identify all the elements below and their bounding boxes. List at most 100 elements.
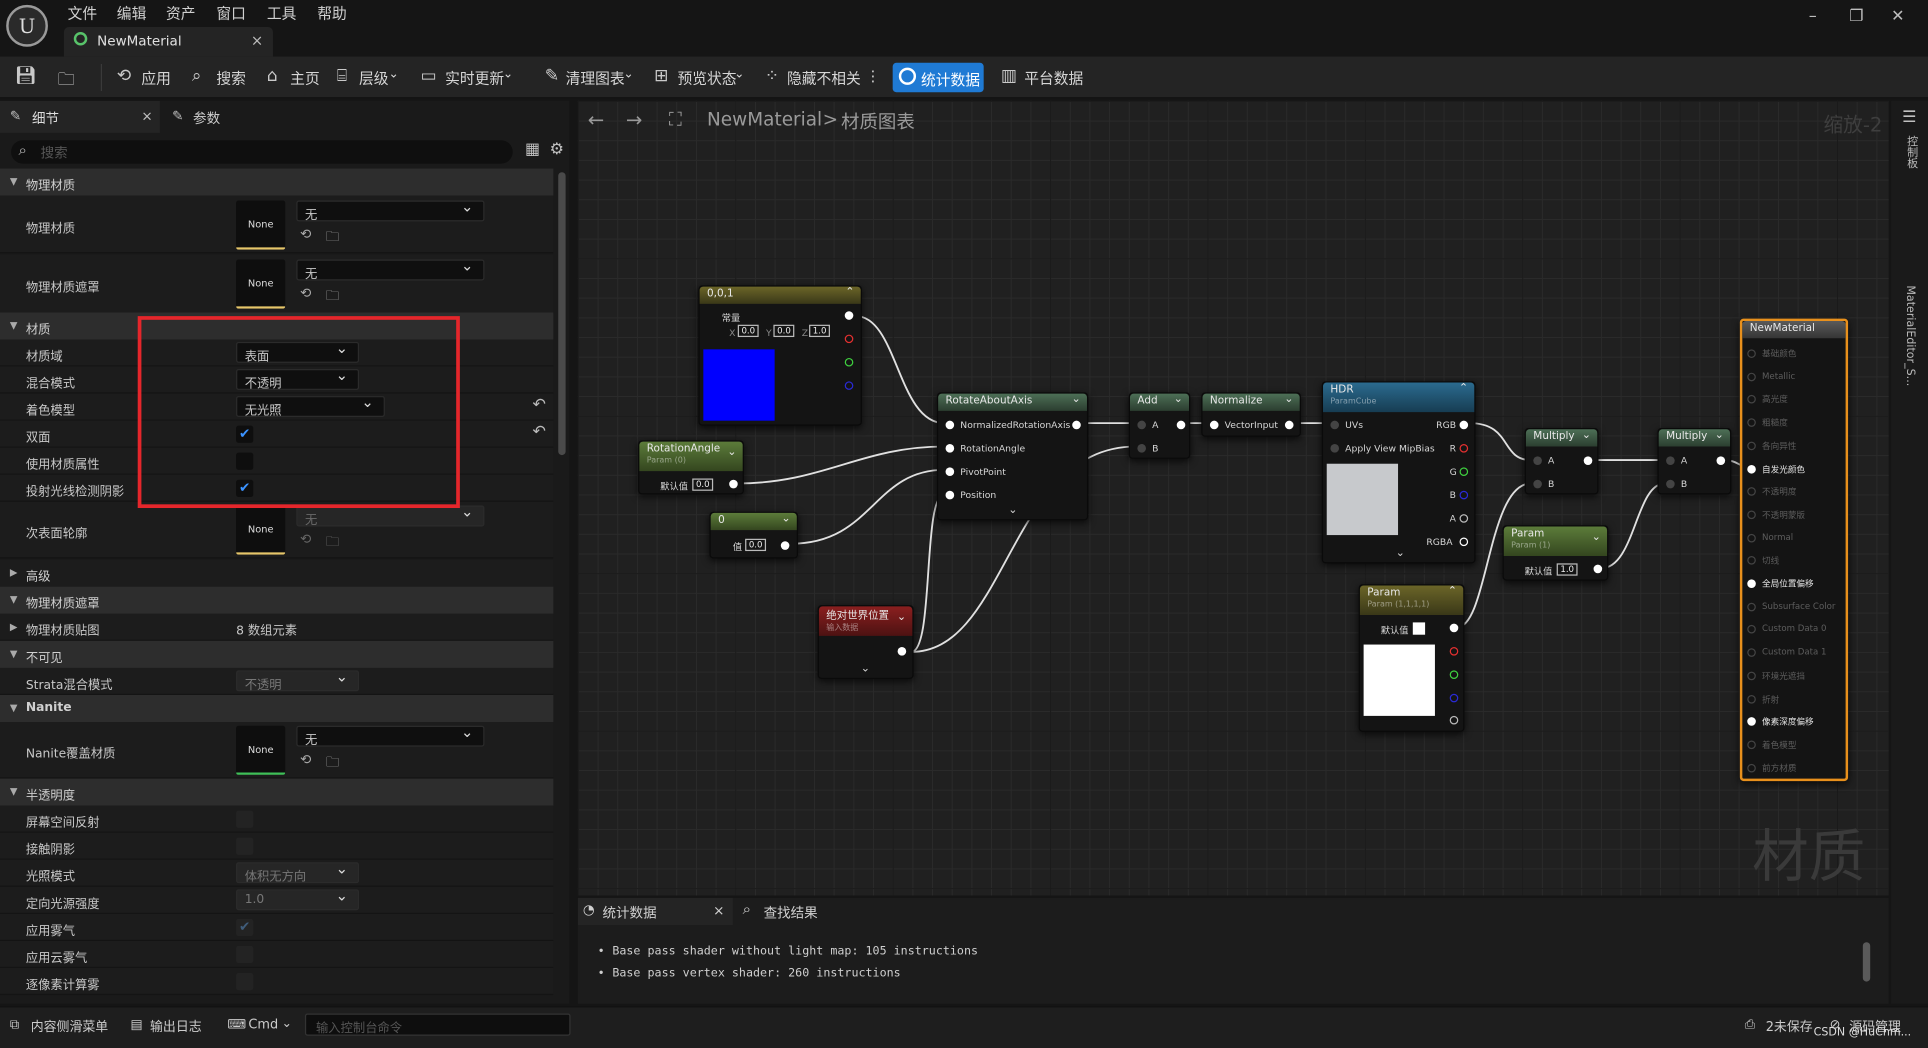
browse-asset-icon[interactable]: 🗀︎ — [326, 752, 340, 775]
output-pin[interactable] — [1449, 623, 1459, 633]
collapse-icon[interactable]: ⌃ — [845, 287, 854, 299]
chevron-down-icon[interactable]: ⌄ — [781, 513, 790, 525]
node-multiply[interactable]: Multiply ⌄ A B — [1657, 428, 1732, 495]
output-pin[interactable] — [780, 541, 790, 550]
output-pin-a[interactable] — [1449, 715, 1459, 725]
input-pin[interactable] — [1330, 444, 1340, 453]
subsurface-profile-dropdown[interactable]: 无 — [296, 503, 485, 528]
node-rotate-about-axis[interactable]: RotateAboutAxis ⌄ NormalizedRotationAxis … — [936, 392, 1089, 521]
use-selected-icon[interactable]: ⟲ — [300, 285, 311, 301]
apply-cloud-fog-checkbox[interactable] — [236, 945, 254, 964]
output-pin[interactable] — [1583, 456, 1593, 465]
preview-state-button[interactable]: 预览状态 — [678, 68, 737, 89]
default-value-input[interactable]: 1.0 — [1556, 563, 1578, 576]
node-param-scalar[interactable]: Param Param (1) ⌄ 默认值 1.0 — [1502, 525, 1609, 581]
input-pin[interactable] — [1137, 444, 1146, 453]
tab-newmaterial[interactable]: NewMaterial × — [63, 27, 273, 57]
input-pin[interactable] — [1747, 533, 1756, 542]
chevron-down-icon[interactable]: ⌄ — [734, 68, 744, 82]
home-button[interactable]: 主页 — [290, 68, 320, 89]
asset-thumbnail[interactable]: None — [236, 259, 286, 309]
chevron-down-icon[interactable]: ⌄ — [1582, 429, 1591, 441]
section-invisible[interactable]: ▼ 不可见 — [0, 640, 554, 668]
node-scalar[interactable]: 0 ⌄ 值 0.0 — [709, 511, 799, 559]
use-selected-icon[interactable]: ⟲ — [300, 752, 311, 768]
section-physical-material[interactable]: ▼ 物理材质 — [0, 168, 554, 196]
input-pin[interactable] — [1747, 625, 1756, 634]
output-pin-a[interactable] — [1459, 514, 1469, 523]
hierarchy-button[interactable]: 层级 — [359, 68, 389, 89]
search-button[interactable]: 搜索 — [216, 68, 246, 89]
input-pin[interactable] — [1533, 479, 1542, 489]
input-pin[interactable] — [1747, 763, 1756, 772]
strata-blend-dropdown[interactable]: 不透明 — [236, 668, 360, 693]
section-advanced[interactable]: ▶ 高级 — [0, 559, 554, 587]
apply-fog-checkbox[interactable]: ✔ — [236, 918, 254, 937]
chevron-down-icon[interactable]: ⌄ — [1072, 394, 1081, 406]
output-pin[interactable] — [1593, 564, 1603, 574]
physical-material-mask-dropdown[interactable]: 无 — [296, 257, 485, 282]
tab-find-results[interactable]: ⌕ 查找结果 — [740, 898, 838, 925]
output-pin[interactable] — [1284, 420, 1294, 430]
content-drawer-button[interactable]: 内容侧滑菜单 — [31, 1017, 108, 1035]
physical-material-dropdown[interactable]: 无 — [296, 198, 485, 223]
input-pin[interactable] — [1137, 420, 1146, 430]
output-pin[interactable] — [1176, 420, 1186, 430]
collapse-icon[interactable]: ⌃ — [1459, 383, 1468, 395]
input-pin[interactable] — [1747, 441, 1756, 450]
output-pin-b[interactable] — [1459, 490, 1469, 500]
live-update-button[interactable]: 实时更新 — [445, 68, 504, 89]
input-pin[interactable] — [945, 467, 955, 477]
output-pin[interactable] — [729, 479, 738, 489]
collapse-icon[interactable]: ⌃ — [1448, 586, 1457, 598]
node-absolute-world-position[interactable]: 绝对世界位置 输入数据 ⌄ ⌄ — [817, 605, 914, 679]
use-selected-icon[interactable]: ⟲ — [300, 226, 311, 242]
output-pin[interactable] — [1459, 420, 1469, 430]
chevron-down-icon[interactable]: ⌄ — [1284, 394, 1293, 406]
output-pin-b[interactable] — [1449, 693, 1459, 703]
asset-thumbnail[interactable]: None — [236, 505, 286, 555]
output-pin-g[interactable] — [1449, 670, 1459, 679]
input-pin[interactable] — [1747, 648, 1756, 657]
material-editor-stats-tab[interactable]: MaterialEditor_S... — [1903, 285, 1915, 386]
more-options-icon[interactable]: ⋮ — [866, 68, 881, 85]
input-pin[interactable] — [1747, 671, 1756, 680]
chevron-down-icon[interactable]: ⌄ — [1008, 504, 1017, 516]
input-pin[interactable] — [1747, 464, 1756, 473]
browse-icon[interactable]: 🗀︎ — [58, 66, 75, 96]
z-value-input[interactable]: 1.0 — [809, 324, 831, 338]
gear-icon[interactable]: ⚙ — [550, 140, 564, 158]
save-icon[interactable]: 💾︎ — [15, 66, 37, 86]
details-scrollbar[interactable] — [558, 172, 566, 456]
section-physical-material-mask[interactable]: ▼ 物理材质遮罩 — [0, 586, 554, 614]
close-icon[interactable]: × — [141, 108, 152, 124]
node-normalize[interactable]: Normalize ⌄ VectorInput — [1201, 392, 1301, 437]
list-icon[interactable]: ☰ — [1902, 108, 1916, 126]
section-nanite[interactable]: ▼ Nanite — [0, 694, 554, 723]
node-constant3[interactable]: 0,0,1 ⌃ 常量 X 0.0 Y 0.0 Z 1.0 — [698, 285, 862, 426]
console-command-input[interactable]: 输入控制台命令 — [304, 1013, 571, 1036]
use-selected-icon[interactable]: ⟲ — [300, 531, 311, 547]
input-pin[interactable] — [1209, 420, 1219, 430]
chevron-down-icon[interactable]: ⌄ — [727, 447, 736, 459]
chevron-down-icon[interactable]: ⌄ — [282, 1017, 292, 1031]
chevron-down-icon[interactable]: ⌄ — [623, 68, 633, 82]
output-log-button[interactable]: 输出日志 — [150, 1017, 202, 1035]
contact-shadows-checkbox[interactable] — [236, 837, 254, 855]
node-param-color[interactable]: Param Param (1,1,1,1) ⌃ 默认值 — [1358, 584, 1465, 732]
input-pin[interactable] — [1533, 456, 1542, 465]
input-pin[interactable] — [1747, 602, 1756, 611]
input-pin[interactable] — [945, 420, 955, 430]
menu-tools[interactable]: 工具 — [267, 2, 297, 23]
input-pin[interactable] — [1747, 556, 1756, 565]
minimize-button[interactable]: – — [1809, 7, 1817, 25]
output-pin-g[interactable] — [1459, 467, 1469, 477]
input-pin[interactable] — [1747, 694, 1756, 703]
palette-tab[interactable]: 控制板 — [1903, 135, 1919, 168]
tab-parameters[interactable]: ✎ 参数 — [166, 101, 301, 133]
input-pin[interactable] — [1747, 418, 1756, 427]
unreal-logo-icon[interactable]: U — [6, 4, 48, 47]
menu-help[interactable]: 帮助 — [317, 2, 347, 23]
output-pin-b[interactable] — [844, 381, 854, 390]
restore-button[interactable]: ❐ — [1849, 7, 1863, 25]
